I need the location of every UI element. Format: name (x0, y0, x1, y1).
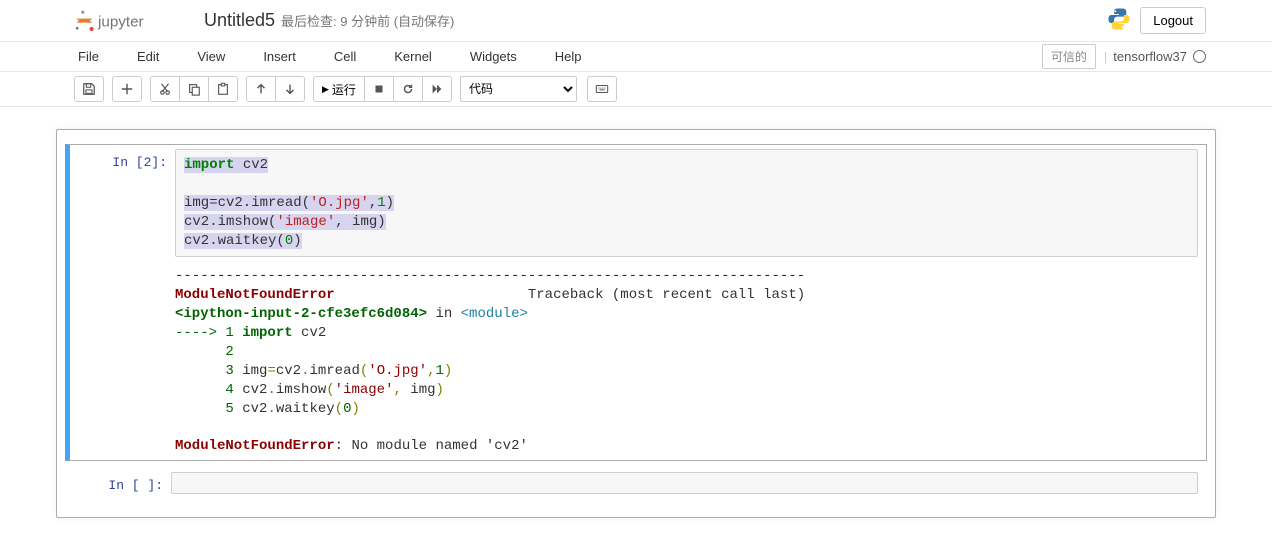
notebook-container: In [2]: import cv2 img=cv2.imread('O.jpg… (0, 107, 1272, 548)
notebook-header: jupyter Untitled5 最后检查: 9 分钟前 (自动保存) Log… (0, 0, 1272, 42)
code-input[interactable]: import cv2 img=cv2.imread('O.jpg',1) cv2… (175, 149, 1198, 257)
keyboard-icon (595, 82, 609, 96)
restart-button[interactable] (394, 76, 423, 102)
code-input[interactable] (171, 472, 1198, 494)
tool-bar: 运行 代码Markdown原生 NBConvert标题 (0, 72, 1272, 107)
separator: | (1104, 49, 1107, 64)
cut-icon (158, 82, 172, 96)
move-down-button[interactable] (276, 76, 305, 102)
cut-button[interactable] (150, 76, 180, 102)
move-up-button[interactable] (246, 76, 276, 102)
command-palette-button[interactable] (587, 76, 617, 102)
restart-run-all-button[interactable] (423, 76, 452, 102)
menu-widgets[interactable]: Widgets (466, 44, 521, 69)
checkpoint-status: 最后检查: 9 分钟前 (自动保存) (281, 11, 454, 30)
notebook-name[interactable]: Untitled5 (204, 10, 275, 31)
run-button[interactable]: 运行 (313, 76, 365, 102)
code-cell[interactable]: In [2]: import cv2 img=cv2.imread('O.jpg… (65, 144, 1207, 461)
menu-kernel[interactable]: Kernel (390, 44, 436, 69)
svg-text:jupyter: jupyter (97, 13, 144, 30)
menu-bar: File Edit View Insert Cell Kernel Widget… (0, 42, 1272, 72)
run-label: 运行 (332, 81, 356, 98)
output-area: ----------------------------------------… (175, 257, 1198, 456)
save-icon (82, 82, 96, 96)
run-icon (322, 82, 332, 96)
arrow-down-icon (283, 82, 297, 96)
trusted-indicator[interactable]: 可信的 (1042, 44, 1096, 69)
menu-edit[interactable]: Edit (133, 44, 163, 69)
paste-icon (216, 82, 230, 96)
interrupt-button[interactable] (365, 76, 394, 102)
menu-file[interactable]: File (74, 44, 103, 69)
insert-cell-button[interactable] (112, 76, 142, 102)
menu-insert[interactable]: Insert (259, 44, 300, 69)
input-prompt: In [ ]: (66, 472, 171, 494)
logout-button[interactable]: Logout (1140, 7, 1206, 34)
restart-icon (401, 82, 415, 96)
jupyter-logo[interactable]: jupyter (74, 9, 186, 33)
fast-forward-icon (430, 82, 444, 96)
cell-type-select[interactable]: 代码Markdown原生 NBConvert标题 (460, 76, 577, 102)
paste-button[interactable] (209, 76, 238, 102)
copy-icon (187, 82, 201, 96)
python-logo-icon (1106, 6, 1140, 35)
arrow-up-icon (254, 82, 268, 96)
input-prompt: In [2]: (70, 149, 175, 456)
plus-icon (120, 82, 134, 96)
kernel-name[interactable]: tensorflow37 (1113, 49, 1187, 64)
stop-icon (372, 82, 386, 96)
code-cell[interactable]: In [ ]: (65, 467, 1207, 499)
menu-view[interactable]: View (193, 44, 229, 69)
menu-cell[interactable]: Cell (330, 44, 360, 69)
kernel-idle-icon (1193, 50, 1206, 63)
menu-help[interactable]: Help (551, 44, 586, 69)
save-button[interactable] (74, 76, 104, 102)
copy-button[interactable] (180, 76, 209, 102)
